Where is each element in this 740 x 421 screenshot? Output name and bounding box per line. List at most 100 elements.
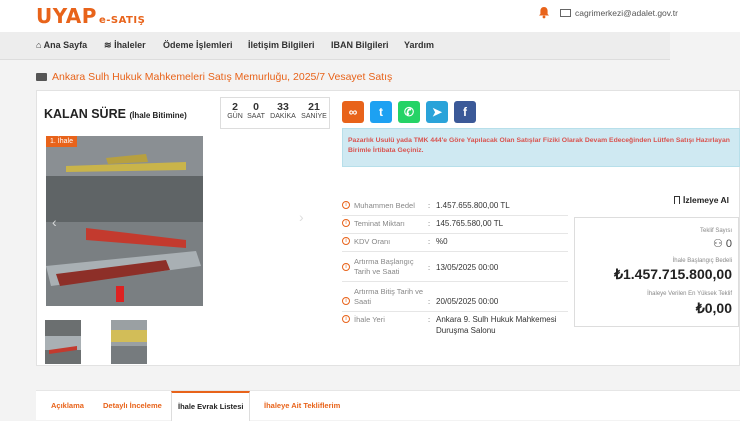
start-price-value: ₺1.457.715.800,00 [614,266,732,282]
divider [342,233,568,234]
info-colon: : [428,237,431,246]
main-photo[interactable]: 1. İhale ‹ [46,136,203,306]
twitter-share-button[interactable]: t [370,101,392,123]
bid-count: ⚇ 0 [713,237,732,250]
page-title-text: Ankara Sulh Hukuk Mahkemeleri Satış Memu… [52,71,393,83]
info-value-line1: Ankara 9. Sulh Hukuk Mahkemesi [436,315,557,324]
countdown-timer: 2 GÜN 0 SAAT 33 DAKİKA 21 SANİYE [220,97,330,129]
seconds-label: SANİYE [301,113,327,120]
bid-count-value: 0 [725,238,732,250]
bid-summary: Teklif Sayısı ⚇ 0 İhale Başlangıç Bedeli… [574,217,739,327]
info-value: 145.765.580,00 TL [436,219,504,228]
info-value: 1.457.655.800,00 TL [436,201,510,210]
info-icon: i [342,237,350,245]
info-row-estimated-value: i Muhammen Bedel : 1.457.655.800,00 TL [342,201,568,211]
thumbnail-1[interactable] [45,320,81,364]
days-label: GÜN [227,113,243,120]
info-icon: i [342,315,350,323]
auction-round-badge: 1. İhale [46,136,77,147]
telegram-share-button[interactable]: ➤ [426,101,448,123]
info-value: %0 [436,237,448,246]
start-price-label: İhale Başlangıç Bedeli [672,258,732,264]
info-colon: : [428,263,431,272]
remaining-time-sub: (İhale Bitimine) [129,111,187,120]
watch-button[interactable]: İzlemeye Al [674,195,729,205]
remaining-time-title: KALAN SÜRE (İhale Bitimine) [44,107,187,121]
auction-panel: KALAN SÜRE (İhale Bitimine) 2 GÜN 0 SAAT… [36,90,740,366]
divider [342,251,568,252]
mail-icon [560,9,571,17]
info-notice: Pazarlık Usulü yada TMK 444'e Göre Yapıl… [342,128,740,167]
detail-tabs: Açıklama Detaylı İnceleme İhale Evrak Li… [36,390,740,421]
nav-payments[interactable]: Ödeme İşlemleri [163,40,233,50]
top-bar: UYAP e-SATIŞ cagrimerkezi@adalet.gov.tr [0,0,740,32]
nav-help[interactable]: Yardım [404,40,434,50]
divider [342,215,568,216]
telegram-icon: ➤ [431,105,443,119]
tab-description[interactable]: Açıklama [51,401,84,410]
info-value: 13/05/2025 00:00 [436,263,499,272]
info-row-start-date: i Artırma Başlangıç Tarih ve Saati : 13/… [342,257,568,277]
info-icon: i [342,263,350,271]
next-arrow-icon[interactable]: › [299,209,304,225]
info-value: 20/05/2025 00:00 [436,297,499,306]
twitter-icon: t [379,105,383,119]
hours-value: 0 [253,101,259,113]
info-row-vat: i KDV Oranı : %0 [342,237,568,247]
facebook-share-button[interactable]: f [454,101,476,123]
copy-link-button[interactable]: ∞ [342,101,364,123]
minutes-label: DAKİKA [270,113,296,120]
highest-bid-label: İhaleye Verilen En Yüksek Teklif [647,291,732,297]
nav-auctions-label: İhaleler [114,40,146,50]
seconds-value: 21 [308,101,320,113]
facebook-icon: f [463,105,467,119]
info-colon: : [428,219,431,228]
info-label-line2: Tarih ve Saati [354,267,400,276]
nav-home[interactable]: ⌂ Ana Sayfa [36,40,87,50]
whatsapp-icon: ✆ [403,105,415,119]
countdown-days: 2 GÜN [225,101,245,120]
user-group-icon: ⚇ [712,238,723,250]
contact-email[interactable]: cagrimerkezi@adalet.gov.tr [560,8,678,18]
tab-detailed-inspection[interactable]: Detaylı İnceleme [103,401,162,410]
folder-icon [36,73,47,81]
tab-my-offers[interactable]: İhaleye Ait Tekliflerim [264,401,340,410]
info-row-location: i İhale Yeri : Ankara 9. Sulh Hukuk Mahk… [342,315,568,337]
nav-iban[interactable]: IBAN Bilgileri [331,40,389,50]
whatsapp-share-button[interactable]: ✆ [398,101,420,123]
info-colon: : [428,201,431,210]
bookmark-icon [674,196,680,204]
nav-contact[interactable]: İletişim Bilgileri [248,40,315,50]
watch-label: İzlemeye Al [683,195,729,205]
home-icon: ⌂ [36,40,42,50]
info-colon: : [428,297,431,306]
prev-arrow-icon[interactable]: ‹ [52,214,57,230]
divider [342,281,568,282]
info-row-deposit: i Teminat Miktarı : 145.765.580,00 TL [342,219,568,229]
info-label-line2: Saati [354,297,372,306]
nav-auctions[interactable]: ≋ İhaleler [104,40,146,51]
bell-icon[interactable] [538,6,552,20]
tab-document-list[interactable]: İhale Evrak Listesi [171,391,251,421]
page-title: Ankara Sulh Hukuk Mahkemeleri Satış Memu… [36,71,392,83]
thumbnail-2[interactable] [111,320,147,364]
info-label: Muhammen Bedel [354,201,415,210]
nav-home-label: Ana Sayfa [43,40,88,50]
info-icon: i [342,201,350,209]
logo-sub: e-SATIŞ [98,15,146,26]
info-label-line1: Artırma Başlangıç [354,257,414,266]
remaining-time-label: KALAN SÜRE [44,107,126,121]
days-value: 2 [232,101,238,113]
main-nav: ⌂ Ana Sayfa ≋ İhaleler Ödeme İşlemleri İ… [0,32,670,60]
info-label: KDV Oranı [354,237,391,246]
divider [342,311,568,312]
bid-count-label: Teklif Sayısı [699,228,732,234]
info-row-end-date: i Artırma Bitiş Tarih ve Saati : 20/05/2… [342,287,568,307]
email-text: cagrimerkezi@adalet.gov.tr [575,8,678,18]
info-label: İhale Yeri [354,315,385,324]
logo-main: UYAP [36,4,97,28]
uyap-logo[interactable]: UYAP e-SATIŞ [36,4,145,28]
info-label-line1: Artırma Bitiş Tarih ve [354,287,424,296]
minutes-value: 33 [277,101,289,113]
info-icon: i [342,219,350,227]
